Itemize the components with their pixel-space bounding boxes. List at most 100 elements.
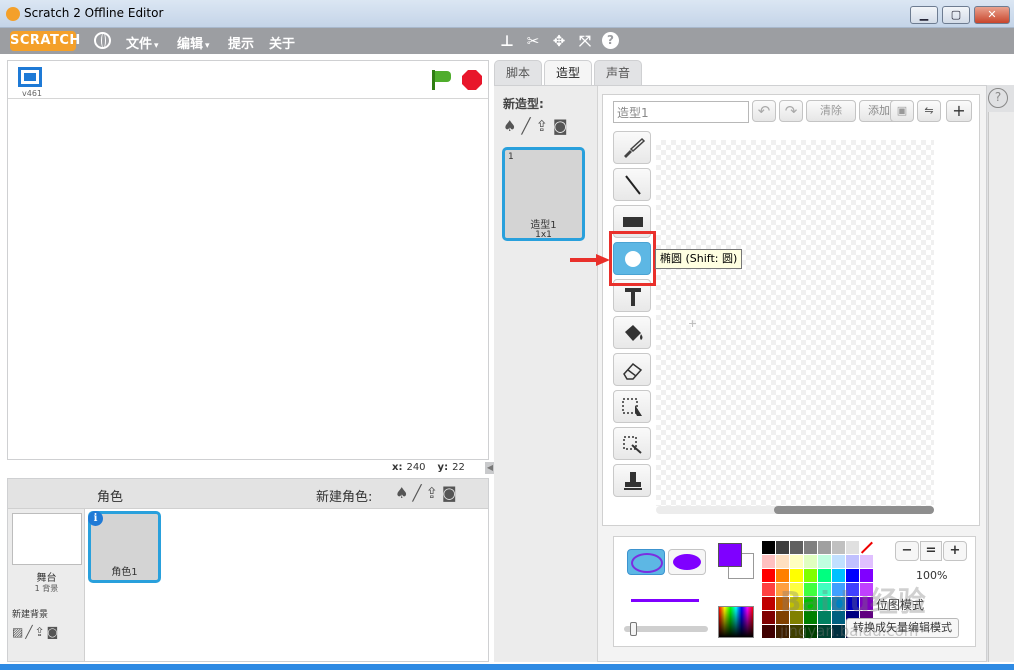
color-swatch[interactable] [804, 555, 817, 568]
color-swatch[interactable] [832, 541, 845, 554]
color-swatch[interactable] [762, 597, 775, 610]
select-tool[interactable] [613, 390, 651, 423]
color-swatch[interactable] [762, 541, 775, 554]
color-swatch[interactable] [790, 541, 803, 554]
mouse-coordinates: x: 240 y: 22 [392, 462, 465, 473]
new-sprite-icons[interactable]: ♠╱⇪◙ [395, 484, 461, 502]
import-icon[interactable]: ▣ [890, 100, 914, 122]
set-center-icon[interactable]: + [946, 100, 972, 122]
color-swatch[interactable] [860, 555, 873, 568]
annotation-highlight-box [609, 231, 656, 286]
stage[interactable]: v461 [7, 60, 489, 460]
shrink-icon[interactable]: ⤧ [576, 32, 594, 50]
primary-color-swatch[interactable] [718, 543, 742, 567]
color-swatch[interactable] [762, 625, 775, 638]
color-swatch[interactable] [762, 555, 775, 568]
line-tool[interactable] [613, 168, 651, 201]
tab-costumes[interactable]: 造型 [544, 60, 592, 87]
costume-thumbnail[interactable]: 1 造型1 1x1 [502, 147, 585, 241]
taskbar-edge [0, 664, 1014, 670]
new-costume-label: 新造型: [503, 97, 544, 111]
color-swatch[interactable] [818, 555, 831, 568]
watermark-url: jingyan.baidu.com [780, 622, 919, 640]
help-icon[interactable]: ? [988, 88, 1008, 108]
green-flag-icon[interactable] [432, 70, 451, 90]
color-swatch[interactable] [846, 555, 859, 568]
drawing-canvas[interactable] [656, 140, 934, 506]
canvas-scrollbar[interactable] [656, 506, 934, 514]
color-swatch[interactable] [762, 583, 775, 596]
duplicate-icon[interactable]: ⊥ [498, 32, 516, 50]
color-swatch[interactable] [804, 541, 817, 554]
color-swatch[interactable] [776, 555, 789, 568]
sprite-pane-header: 角色 新建角色: ♠╱⇪◙ [85, 479, 488, 509]
zoom-in-button[interactable]: + [943, 541, 967, 561]
window-titlebar: Scratch 2 Offline Editor ▁ ▢ ✕ [0, 0, 1014, 28]
color-swatch[interactable] [846, 541, 859, 554]
brush-tool[interactable] [613, 131, 651, 164]
presentation-mode-icon[interactable] [18, 67, 42, 87]
line-width-sample [631, 599, 699, 602]
no-color-swatch[interactable] [860, 541, 873, 554]
sprite-pane: 舞台 1 背景 新建背景 ▨╱⇪◙ 角色 新建角色: ♠╱⇪◙ i 角色1 [7, 478, 489, 662]
stage-backdrop-count: 1 背景 [34, 584, 59, 593]
window-title: Scratch 2 Offline Editor [24, 6, 164, 20]
menubar: SCRATCH 文件 ▾ 编辑 ▾ 提示 关于 ⊥ ✂ ✥ ⤧ ? [0, 28, 1014, 54]
zoom-out-button[interactable]: − [895, 541, 919, 561]
undo-button[interactable]: ↶ [752, 100, 776, 122]
tab-scripts[interactable]: 脚本 [494, 60, 542, 86]
outline-ellipse-option[interactable] [627, 549, 665, 575]
fill-tool[interactable] [613, 316, 651, 349]
menu-edit[interactable]: 编辑 ▾ [177, 33, 210, 52]
new-costume-icons[interactable]: ♠╱⇪◙ [503, 117, 573, 135]
minimize-button[interactable]: ▁ [910, 6, 938, 24]
tooltip: 椭圆 (Shift: 圆) [655, 249, 743, 269]
sprite-name: 角色1 [111, 567, 138, 578]
slider-handle[interactable] [630, 622, 637, 636]
globe-icon[interactable] [94, 32, 111, 49]
line-width-slider[interactable] [624, 622, 708, 636]
magic-wand-tool[interactable] [613, 427, 651, 460]
zoom-reset-button[interactable]: = [920, 541, 942, 561]
version-label: v461 [22, 89, 43, 98]
sprite-thumbnail[interactable]: i 角色1 [88, 511, 161, 583]
new-sprite-label: 新建角色: [316, 490, 373, 505]
stage-header: v461 [8, 61, 488, 99]
costume-name: 造型1 [530, 220, 557, 231]
flip-icon[interactable]: ⇋ [917, 100, 941, 122]
color-swatch[interactable] [818, 541, 831, 554]
redo-button[interactable]: ↷ [779, 100, 803, 122]
color-swatch[interactable] [762, 569, 775, 582]
color-swatch[interactable] [776, 541, 789, 554]
info-icon[interactable]: i [88, 511, 103, 526]
eraser-tool[interactable] [613, 353, 651, 386]
color-swatch[interactable] [832, 555, 845, 568]
stamp-tool[interactable] [613, 464, 651, 497]
close-button[interactable]: ✕ [974, 6, 1010, 24]
stop-icon[interactable] [462, 70, 482, 90]
watermark: Baidu经验 [780, 585, 926, 618]
color-picker[interactable] [718, 606, 754, 638]
sprites-title: 角色 [97, 490, 124, 505]
clear-button[interactable]: 清除 [806, 100, 856, 122]
cut-icon[interactable]: ✂ [524, 32, 542, 50]
scratch-logo[interactable]: SCRATCH [10, 31, 80, 51]
filled-ellipse-option[interactable] [668, 549, 706, 575]
stage-column: 舞台 1 背景 新建背景 ▨╱⇪◙ [8, 479, 85, 661]
menu-about[interactable]: 关于 [269, 33, 295, 52]
menu-tips[interactable]: 提示 [228, 33, 254, 52]
tab-sounds[interactable]: 声音 [594, 60, 642, 86]
color-swatch[interactable] [762, 611, 775, 624]
new-backdrop-icons[interactable]: ▨╱⇪◙ [12, 625, 60, 639]
stage-label: 舞台 [36, 573, 57, 584]
stage-thumbnail[interactable] [12, 513, 82, 565]
annotation-arrow-icon [570, 254, 610, 266]
costume-number: 1 [508, 152, 514, 162]
costume-size: 1x1 [535, 230, 552, 240]
maximize-button[interactable]: ▢ [942, 6, 970, 24]
color-swatch[interactable] [790, 555, 803, 568]
help-icon[interactable]: ? [602, 32, 619, 49]
costume-name-input[interactable] [613, 101, 749, 123]
menu-file[interactable]: 文件 ▾ [126, 33, 159, 52]
grow-icon[interactable]: ✥ [550, 32, 568, 50]
